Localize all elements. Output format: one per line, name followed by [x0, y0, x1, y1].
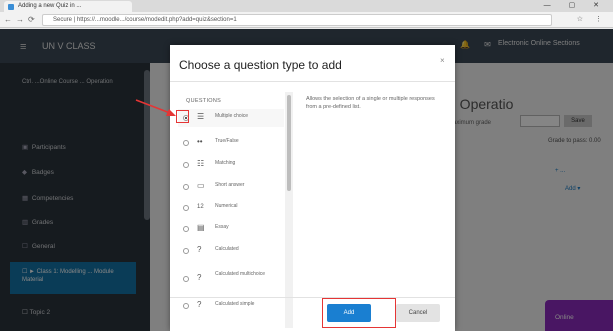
annotation-arrow-icon: [135, 99, 176, 116]
